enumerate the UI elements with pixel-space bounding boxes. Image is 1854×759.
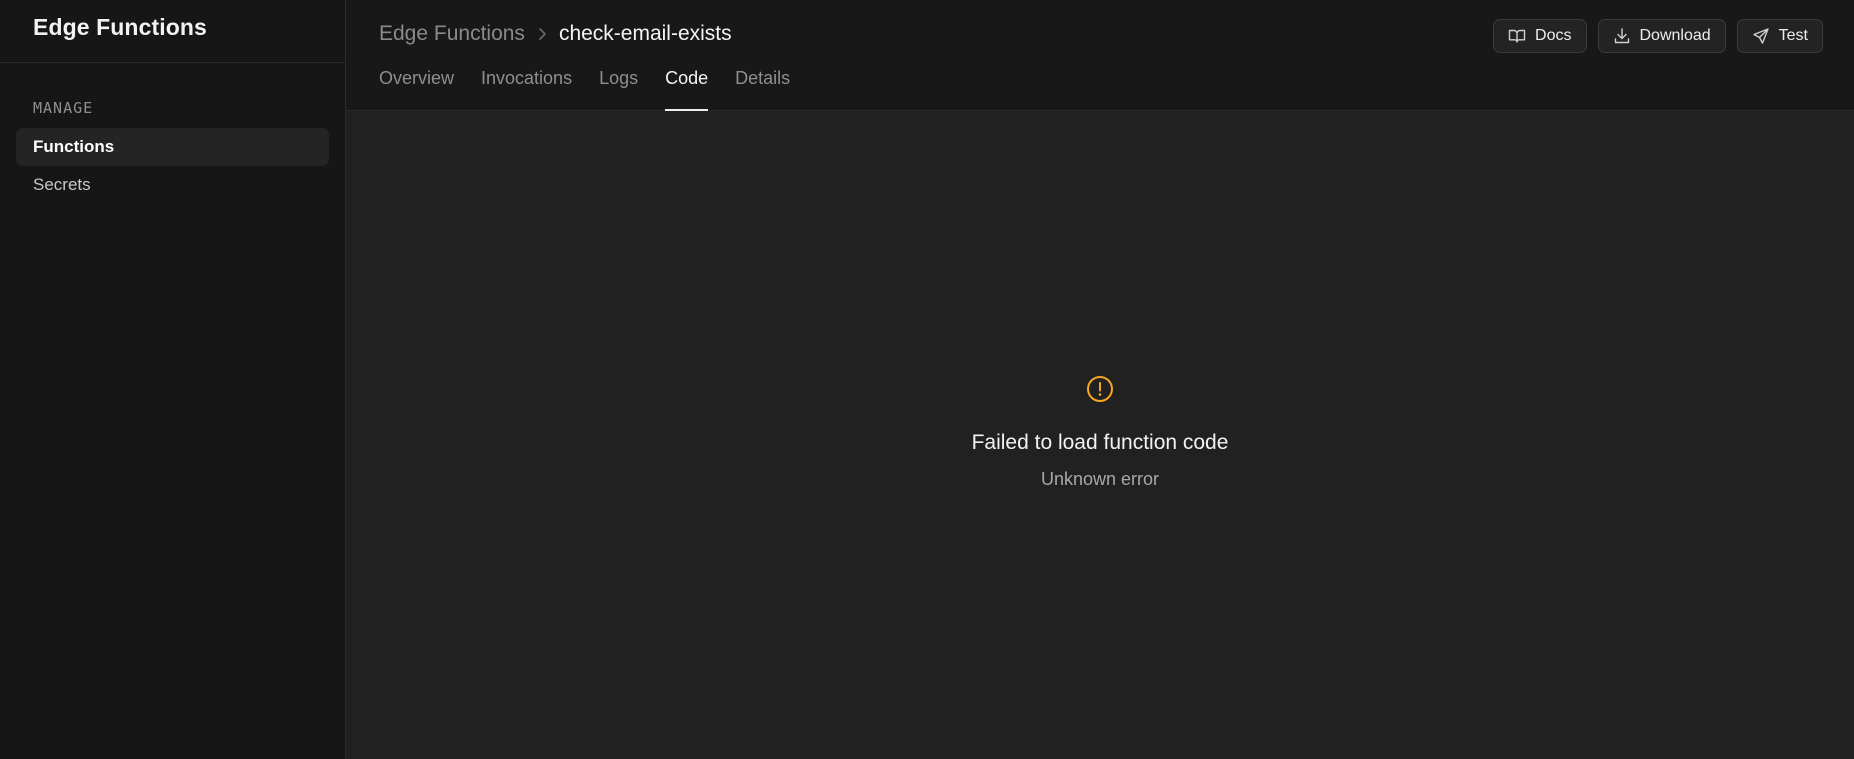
sidebar-item-label: Secrets: [33, 175, 91, 194]
download-icon: [1613, 27, 1631, 45]
docs-button-label: Docs: [1535, 27, 1572, 44]
error-state: Failed to load function code Unknown err…: [346, 374, 1854, 490]
header-actions: Docs Download Test: [1493, 19, 1823, 53]
docs-button[interactable]: Docs: [1493, 19, 1587, 53]
chevron-right-icon: [537, 27, 547, 41]
tab-invocations[interactable]: Invocations: [481, 66, 572, 110]
tab-code[interactable]: Code: [665, 66, 709, 111]
sidebar-header: Edge Functions: [0, 0, 345, 63]
page-header: Edge Functions check-email-exists Docs D…: [346, 0, 1854, 111]
error-title: Failed to load function code: [971, 431, 1229, 454]
breadcrumb-root-link[interactable]: Edge Functions: [379, 22, 525, 46]
sidebar-section-manage: MANAGE Functions Secrets: [0, 63, 345, 204]
main-area: Edge Functions check-email-exists Docs D…: [346, 0, 1854, 759]
sidebar-item-functions[interactable]: Functions: [16, 128, 329, 166]
sidebar: Edge Functions MANAGE Functions Secrets: [0, 0, 346, 759]
tab-overview[interactable]: Overview: [379, 66, 454, 110]
download-button[interactable]: Download: [1597, 19, 1726, 53]
sidebar-title: Edge Functions: [33, 14, 207, 40]
download-button-label: Download: [1639, 27, 1711, 44]
warning-circle-icon: [1085, 374, 1115, 409]
sidebar-item-label: Functions: [33, 137, 115, 156]
error-message: Unknown error: [1040, 469, 1160, 489]
tab-bar: Overview Invocations Logs Code Details: [379, 66, 790, 111]
book-icon: [1508, 28, 1526, 44]
app: Edge Functions MANAGE Functions Secrets …: [0, 0, 1854, 759]
section-label: MANAGE: [33, 99, 94, 117]
tab-details[interactable]: Details: [735, 66, 790, 110]
page-title: check-email-exists: [558, 22, 732, 45]
code-panel: Failed to load function code Unknown err…: [346, 111, 1854, 759]
breadcrumb: Edge Functions check-email-exists: [379, 22, 732, 46]
tab-logs[interactable]: Logs: [599, 66, 638, 110]
sidebar-item-secrets[interactable]: Secrets: [16, 166, 329, 204]
send-icon: [1752, 27, 1770, 45]
test-button-label: Test: [1778, 27, 1808, 44]
test-button[interactable]: Test: [1736, 19, 1823, 53]
